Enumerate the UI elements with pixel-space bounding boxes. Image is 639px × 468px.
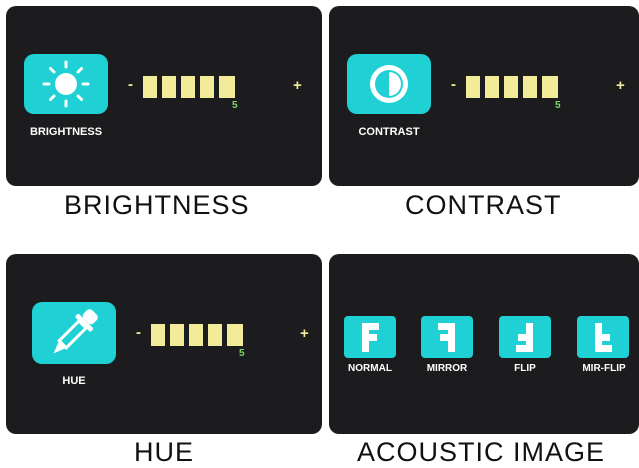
f-mirror-icon (438, 323, 455, 352)
level-bar (162, 76, 176, 98)
hue-panel: HUE - 5 + (6, 254, 322, 434)
dropper-icon (53, 309, 98, 354)
brightness-decrease-button[interactable]: - (128, 76, 133, 93)
sun-icon (42, 60, 90, 108)
level-bar (143, 76, 157, 98)
brightness-panel: BRIGHTNESS - 5 + (6, 6, 322, 186)
contrast-level-bars[interactable] (466, 76, 566, 98)
hue-increase-button[interactable]: + (300, 325, 309, 342)
f-mirflip-icon (595, 323, 612, 352)
mode-normal-button[interactable] (344, 316, 396, 358)
f-flip-icon (516, 323, 533, 352)
hue-tile-label: HUE (62, 375, 86, 387)
level-bar (189, 324, 203, 346)
brightness-level-bars[interactable] (143, 76, 243, 98)
mode-mirror-button[interactable] (421, 316, 473, 358)
mode-normal-label: NORMAL (348, 363, 392, 374)
brightness-caption: BRIGHTNESS (64, 190, 250, 220)
level-bar (542, 76, 558, 98)
contrast-panel: CONTRAST - 5 + (329, 6, 639, 186)
mode-mirflip-button[interactable] (577, 316, 629, 358)
contrast-level-value: 5 (555, 100, 561, 111)
contrast-increase-button[interactable]: + (616, 77, 625, 94)
acoustic-image-panel: NORMAL MIRROR FLIP MIR-FLIP (329, 254, 639, 434)
level-bar (227, 324, 243, 346)
level-bar (200, 76, 214, 98)
f-normal-icon (362, 323, 379, 352)
level-bar (504, 76, 518, 98)
level-bar (219, 76, 235, 98)
hue-decrease-button[interactable]: - (136, 324, 141, 341)
contrast-decrease-button[interactable]: - (451, 76, 456, 93)
level-bar (485, 76, 499, 98)
level-bar (151, 324, 165, 346)
level-bar (523, 76, 537, 98)
contrast-tile[interactable] (347, 54, 431, 114)
hue-level-bars[interactable] (151, 324, 251, 346)
brightness-tile[interactable] (24, 54, 108, 114)
mode-flip-button[interactable] (499, 316, 551, 358)
hue-tile[interactable] (32, 302, 116, 364)
mode-flip-label: FLIP (514, 363, 536, 374)
brightness-tile-label: BRIGHTNESS (29, 126, 103, 138)
hue-caption: HUE (134, 437, 195, 467)
level-bar (170, 324, 184, 346)
level-bar (466, 76, 480, 98)
contrast-tile-label: CONTRAST (358, 126, 420, 138)
level-bar (208, 324, 222, 346)
hue-level-value: 5 (239, 348, 245, 359)
brightness-increase-button[interactable]: + (293, 77, 302, 94)
acoustic-image-caption: ACOUSTIC IMAGE (357, 437, 606, 467)
contrast-icon (370, 65, 408, 103)
mode-mirflip-label: MIR-FLIP (582, 363, 626, 374)
level-bar (181, 76, 195, 98)
brightness-level-value: 5 (232, 100, 238, 111)
contrast-caption: CONTRAST (405, 190, 562, 220)
mode-mirror-label: MIRROR (426, 363, 468, 374)
